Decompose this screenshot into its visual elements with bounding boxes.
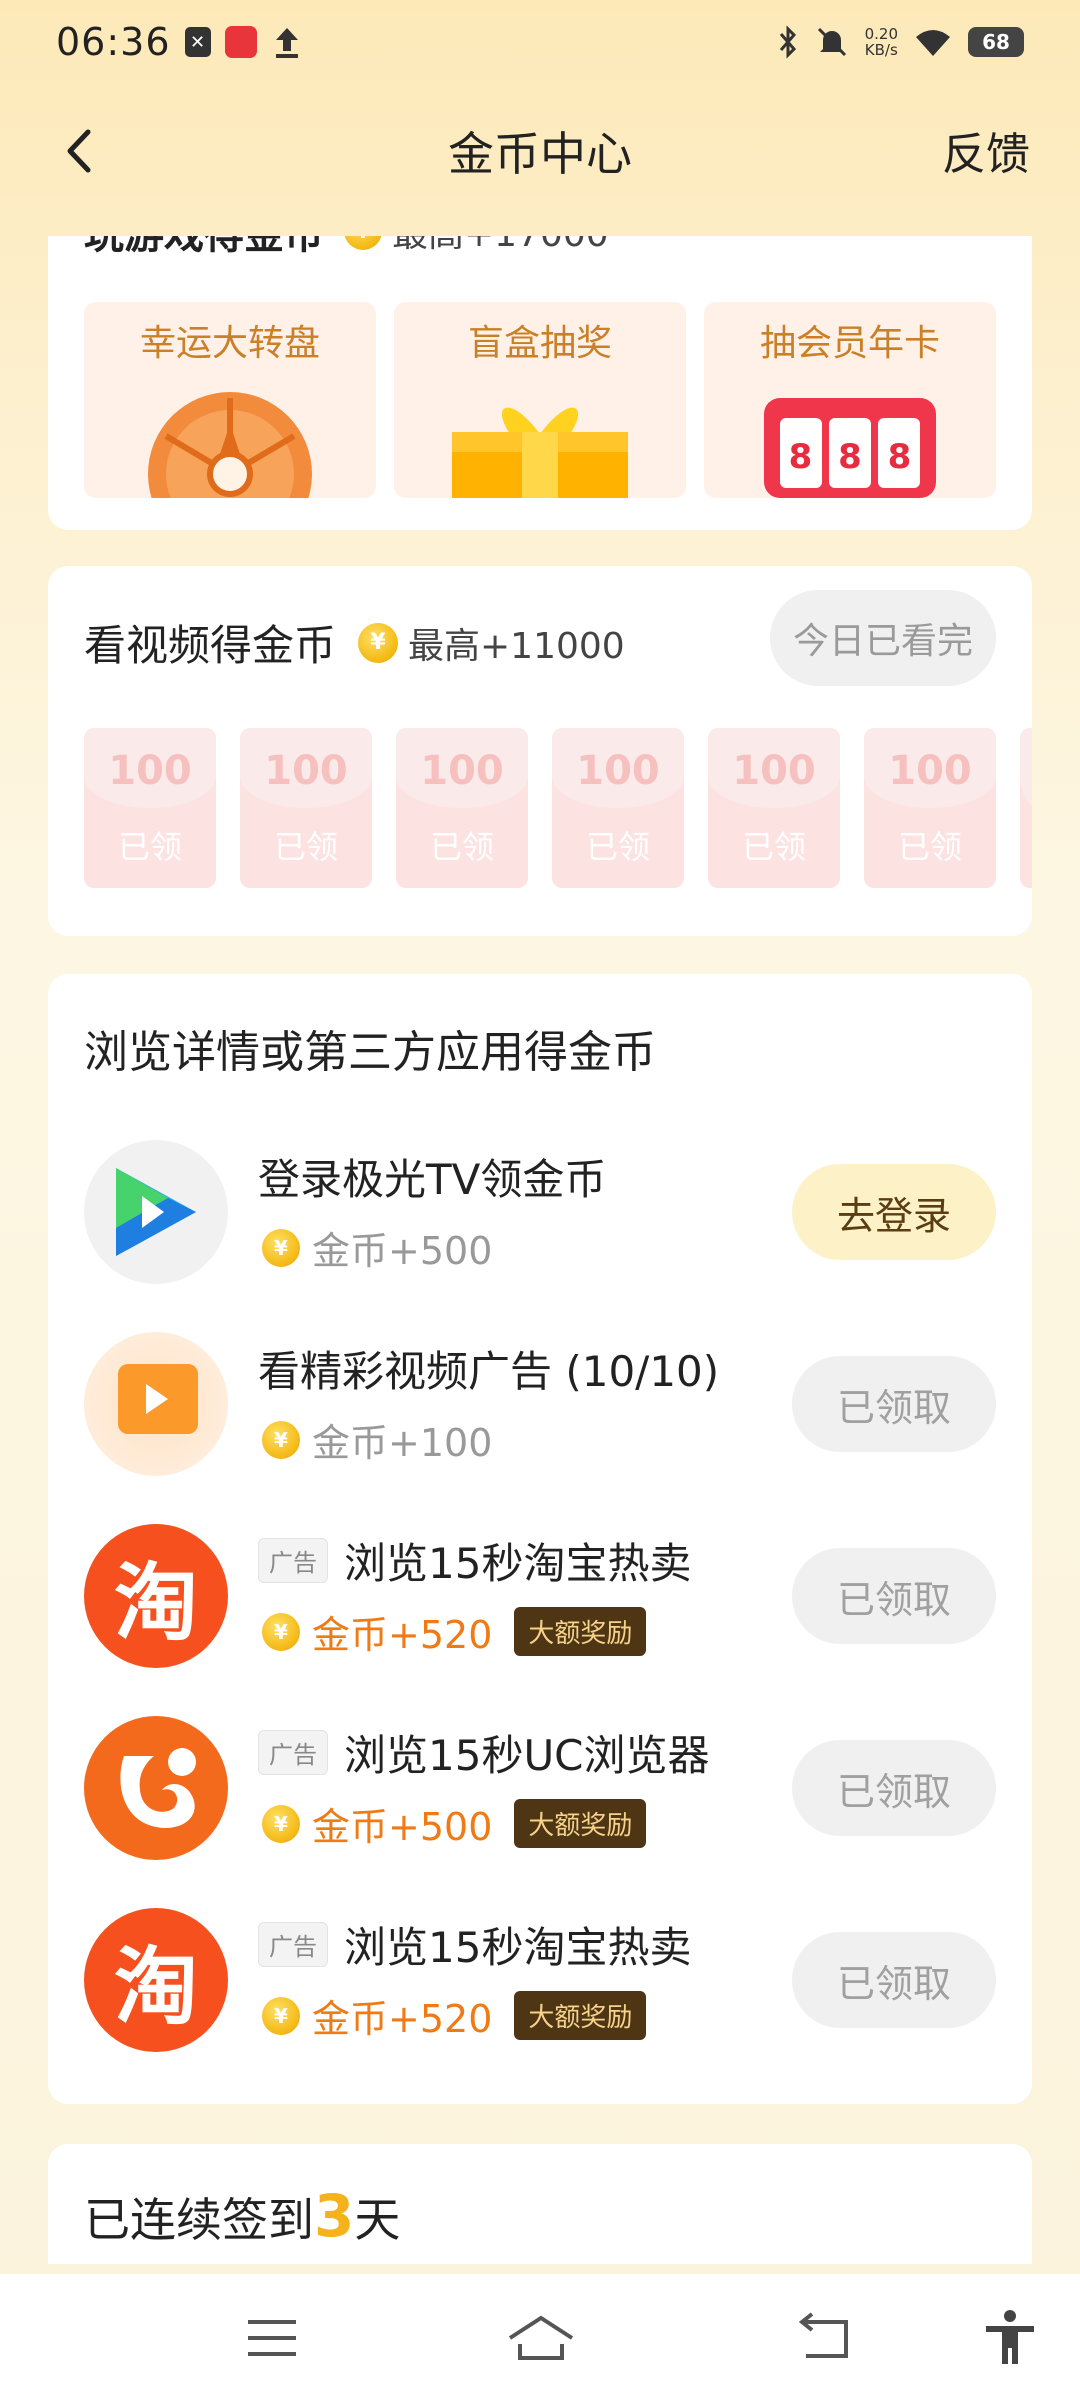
notification-x-icon: ✕: [184, 27, 211, 57]
games-card: 玩游戏得金币 ¥ 最高+17000 幸运大转盘 盲盒抽奖 抽会员年卡: [48, 236, 1032, 530]
login-button[interactable]: 去登录: [792, 1164, 996, 1260]
reward-envelope[interactable]: 100 已领: [396, 728, 528, 888]
claimed-button[interactable]: 已领取: [792, 1356, 996, 1452]
reward-envelope[interactable]: 100 已领: [708, 728, 840, 888]
browse-card-title: 浏览详情或第三方应用得金币: [84, 1027, 656, 1078]
task-reward: 金币+100: [312, 1421, 493, 1465]
task-row: 淘 广告 浏览15秒淘宝热卖 ¥ 金币+520 大额奖励 已领取: [48, 1902, 1032, 2052]
video-card: 看视频得金币 ¥ 最高+11000 今日已看完 100 已领 100 已领 100 已…: [48, 566, 1032, 936]
task-row: 广告 浏览15秒UC浏览器 ¥ 金币+500 大额奖励 已领取: [48, 1710, 1032, 1860]
video-card-title: 看视频得金币: [84, 621, 337, 670]
task-title: 浏览15秒UC浏览器: [344, 1731, 710, 1780]
coin-icon: ¥: [358, 622, 399, 663]
claimed-button[interactable]: 已领取: [792, 1740, 996, 1836]
games-max-reward: 最高+17000: [392, 236, 609, 257]
reward-envelope-list: 100 已领 100 已领 100 已领 100 已领 100 已领 100 已领: [84, 728, 1032, 888]
big-reward-badge: 大额奖励: [514, 1607, 647, 1656]
system-nav-bar: [0, 2274, 1080, 2400]
coin-icon: ¥: [262, 1420, 300, 1459]
bluetooth-icon: [779, 25, 796, 59]
taobao-icon: 淘: [84, 1524, 228, 1668]
reward-envelope[interactable]: 100 已领: [552, 728, 684, 888]
lucky-wheel-icon: [148, 392, 312, 498]
game-tile-member-card[interactable]: 抽会员年卡 8 8 8: [704, 302, 996, 498]
game-tile-label: 幸运大转盘: [139, 323, 320, 364]
wifi-icon: [916, 30, 950, 56]
coin-icon: ¥: [262, 1612, 300, 1651]
big-reward-badge: 大额奖励: [514, 1799, 647, 1848]
gift-box-icon: [452, 407, 628, 498]
task-title: 登录极光TV领金币: [258, 1155, 607, 1204]
coin-icon: ¥: [262, 1804, 300, 1843]
clock: 06:36: [56, 20, 171, 64]
reward-envelope-partial: [1020, 728, 1032, 888]
watched-today-button[interactable]: 今日已看完: [770, 590, 996, 686]
claimed-button[interactable]: 已领取: [792, 1548, 996, 1644]
uc-browser-icon: [84, 1716, 228, 1860]
games-card-header: 玩游戏得金币 ¥ 最高+17000: [84, 236, 609, 260]
checkin-days: 3: [314, 2182, 355, 2250]
ad-tag: 广告: [258, 1730, 328, 1775]
task-reward: 金币+520: [312, 1613, 493, 1657]
coin-icon: ¥: [344, 236, 382, 250]
ad-tag: 广告: [258, 1922, 328, 1967]
back-nav-icon[interactable]: [794, 2308, 854, 2368]
page-title: 金币中心: [448, 127, 632, 181]
feedback-button[interactable]: 反馈: [942, 118, 1030, 182]
browse-tasks-card: 浏览详情或第三方应用得金币 登录极光TV领金币 ¥ 金币+500 去登录 看精彩…: [48, 974, 1032, 2104]
game-tile-label: 盲盒抽奖: [467, 323, 612, 364]
game-tile-wheel[interactable]: 幸运大转盘: [84, 302, 376, 498]
game-tile-blind-box[interactable]: 盲盒抽奖: [394, 302, 686, 498]
network-speed: 0.20 KB/s: [864, 25, 898, 59]
task-title: 看精彩视频广告 (10/10): [258, 1347, 720, 1396]
ad-tag: 广告: [258, 1538, 328, 1583]
big-reward-badge: 大额奖励: [514, 1991, 647, 2040]
mute-bell-icon: [817, 27, 846, 57]
task-row: 看精彩视频广告 (10/10) ¥ 金币+100 已领取: [48, 1326, 1032, 1476]
checkin-title: 已连续签到3天: [84, 2182, 401, 2250]
app-notification-icon: [224, 26, 257, 58]
games-card-title: 玩游戏得金币: [84, 236, 324, 260]
upload-icon: [275, 28, 298, 58]
task-title: 浏览15秒淘宝热卖: [344, 1539, 692, 1588]
slot-digits: 8 8 8: [789, 437, 912, 477]
tv-app-icon: [84, 1140, 228, 1284]
claimed-button[interactable]: 已领取: [792, 1932, 996, 2028]
task-reward: 金币+500: [312, 1805, 493, 1849]
coin-icon: ¥: [262, 1228, 300, 1267]
status-bar: 06:36 ✕ 0.20 KB/s 68: [0, 0, 1080, 84]
reward-envelope[interactable]: 100 已领: [864, 728, 996, 888]
video-ad-icon: [84, 1332, 228, 1476]
task-row: 登录极光TV领金币 ¥ 金币+500 去登录: [48, 1134, 1032, 1284]
task-title: 浏览15秒淘宝热卖: [344, 1923, 692, 1972]
checkin-card: 已连续签到3天: [48, 2144, 1032, 2264]
task-reward: 金币+520: [312, 1997, 493, 2041]
coin-icon: ¥: [262, 1996, 300, 2035]
title-bar: 金币中心 反馈: [0, 96, 1080, 206]
reward-envelope[interactable]: 100 已领: [240, 728, 372, 888]
menu-icon[interactable]: [242, 2308, 302, 2368]
reward-envelope[interactable]: 100 已领: [84, 728, 216, 888]
task-row: 淘 广告 浏览15秒淘宝热卖 ¥ 金币+520 大额奖励 已领取: [48, 1518, 1032, 1668]
taobao-icon: 淘: [84, 1908, 228, 2052]
task-reward: 金币+500: [312, 1229, 493, 1273]
video-max-reward: 最高+11000: [408, 625, 625, 667]
home-icon[interactable]: [506, 2308, 576, 2368]
game-tile-label: 抽会员年卡: [759, 323, 940, 364]
battery-indicator: 68: [968, 27, 1024, 57]
accessibility-icon[interactable]: [980, 2308, 1040, 2368]
slot-machine-icon: 8 8 8: [764, 398, 936, 498]
